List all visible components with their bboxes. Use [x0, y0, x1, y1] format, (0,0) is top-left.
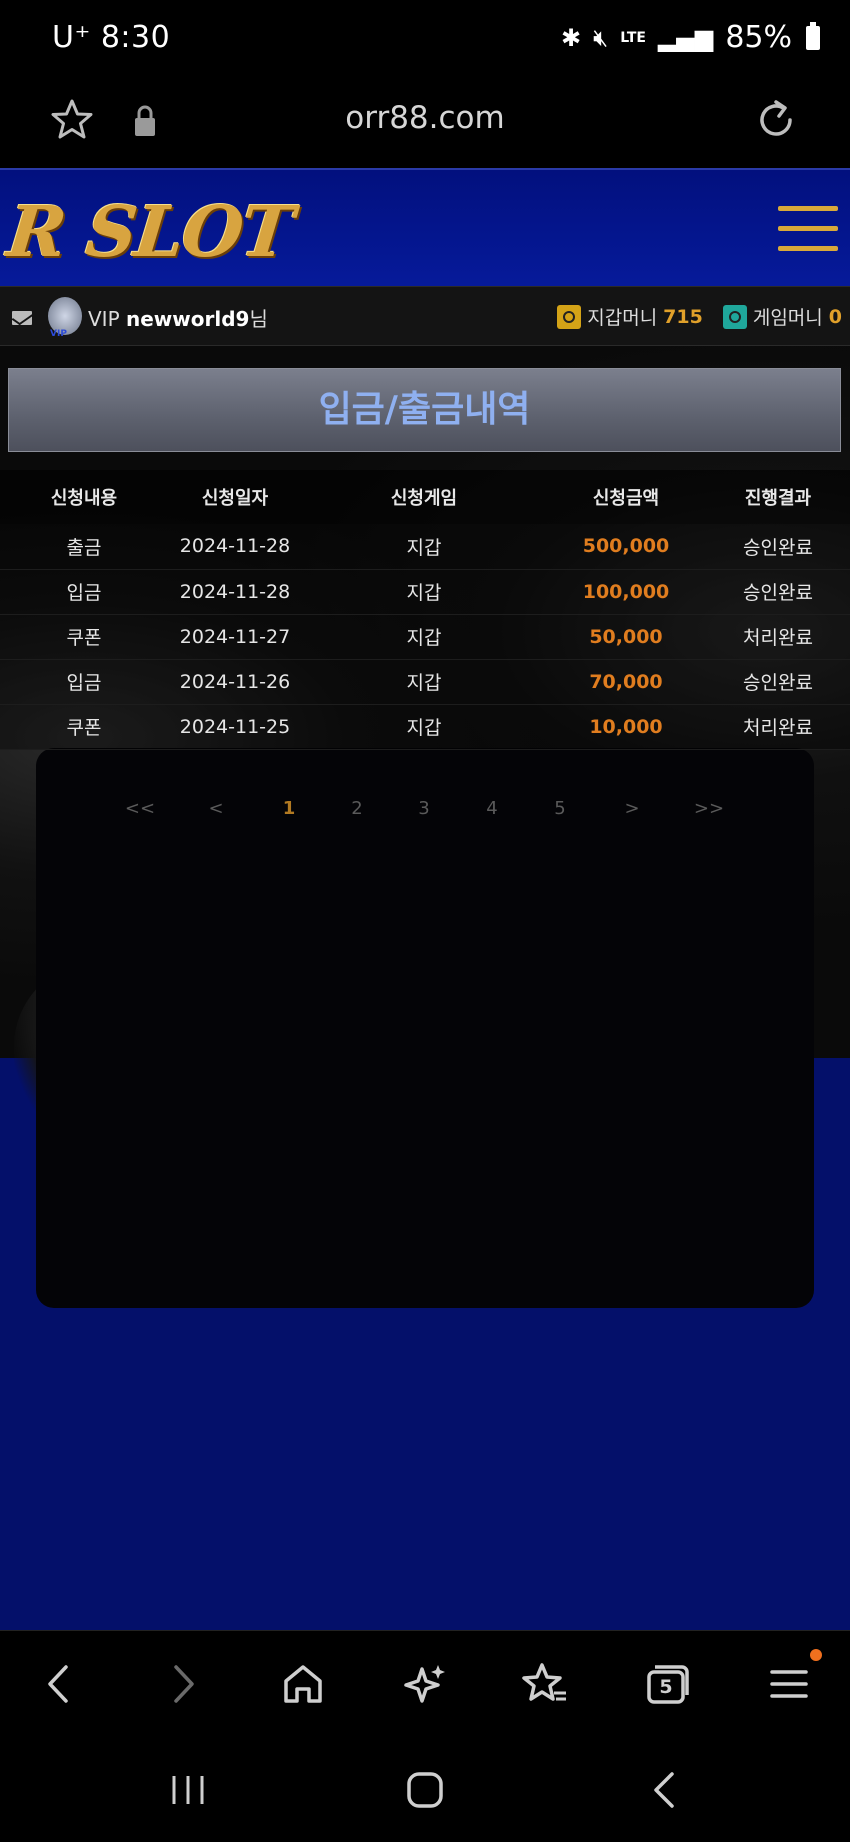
- tab-count: 5: [659, 1676, 673, 1698]
- recent-apps-icon[interactable]: [166, 1768, 210, 1812]
- cell-amount: 70,000: [546, 659, 706, 705]
- cell-amount: 10,000: [546, 704, 706, 750]
- cell-date: 2024-11-27: [168, 614, 302, 660]
- cell-game: 지갑: [302, 569, 546, 615]
- mail-icon[interactable]: [12, 311, 32, 325]
- cell-type: 입금: [0, 569, 168, 615]
- table-row: 쿠폰 2024-11-25 지갑 10,000 처리완료: [0, 704, 850, 750]
- cell-result: 승인완료: [706, 569, 850, 615]
- col-header-result: 진행결과: [706, 470, 850, 524]
- user-info-bar: VIP newworld9님 지갑머니 715 게임머니 0: [0, 286, 850, 346]
- system-nav-bar: [0, 1738, 850, 1842]
- pagination: << < 1 2 3 4 5 > >>: [0, 798, 850, 838]
- cell-game: 지갑: [302, 524, 546, 570]
- status-icons: ✱ 🔇︎ LTE ▂▄▆ 85%: [561, 20, 820, 55]
- table-header-row: 신청내용 신청일자 신청게임 신청금액 진행결과: [0, 470, 850, 524]
- site-header: R SLOT: [0, 168, 850, 286]
- tabs-button[interactable]: 5: [642, 1659, 692, 1709]
- page-link-4[interactable]: 4: [486, 798, 497, 819]
- username-suffix: 님: [249, 307, 268, 331]
- cell-type: 출금: [0, 524, 168, 570]
- mute-icon: 🔇︎: [593, 23, 609, 52]
- home-icon[interactable]: [278, 1659, 328, 1709]
- page-title-bar: 입금/출금내역: [8, 368, 841, 452]
- menu-icon[interactable]: [764, 1659, 814, 1709]
- browser-nav-bar: 5: [0, 1630, 850, 1738]
- carrier-time: U⁺ 8:30: [52, 20, 171, 55]
- page-link-5[interactable]: 5: [554, 798, 565, 819]
- notification-dot: [810, 1649, 822, 1661]
- cell-result: 승인완료: [706, 524, 850, 570]
- site-logo[interactable]: R SLOT: [4, 190, 296, 273]
- sparkle-icon[interactable]: [400, 1659, 450, 1709]
- cell-type: 쿠폰: [0, 614, 168, 660]
- page-link-2[interactable]: 2: [351, 798, 362, 819]
- cell-game: 지갑: [302, 704, 546, 750]
- col-header-type: 신청내용: [0, 470, 168, 524]
- page-link-3[interactable]: 3: [418, 798, 429, 819]
- cell-amount: 500,000: [546, 524, 706, 570]
- battery-icon: [806, 21, 820, 50]
- cell-result: 승인완료: [706, 659, 850, 705]
- col-header-date: 신청일자: [168, 470, 302, 524]
- user-level: VIP: [88, 307, 120, 331]
- page-link-1[interactable]: 1: [283, 798, 296, 819]
- wallet-icon: [557, 304, 582, 329]
- col-header-game: 신청게임: [302, 470, 546, 524]
- cell-amount: 50,000: [546, 614, 706, 660]
- bluetooth-icon: ✱: [560, 23, 582, 52]
- bookmarks-icon[interactable]: [520, 1659, 570, 1709]
- page-first-link[interactable]: <<: [125, 798, 155, 819]
- system-back-icon[interactable]: [642, 1768, 686, 1812]
- vip-badge-icon: [48, 297, 82, 339]
- game-money-amount: 0: [828, 305, 842, 328]
- transaction-history-table: 신청내용 신청일자 신청게임 신청금액 진행결과 출금 2024-11-28 지…: [0, 470, 850, 750]
- game-money-icon: [722, 304, 747, 329]
- table-row: 출금 2024-11-28 지갑 500,000 승인완료: [0, 524, 850, 570]
- game-money-label: 게임머니: [752, 307, 823, 329]
- network-type: LTE: [620, 29, 646, 46]
- page-last-link[interactable]: >>: [694, 798, 724, 819]
- page-next-link[interactable]: >: [624, 798, 639, 819]
- cell-date: 2024-11-25: [168, 704, 302, 750]
- web-page: R SLOT VIP newworld9님 지갑머니 715 게임머니 0 입금…: [0, 168, 850, 1630]
- browser-url-bar: orr88.com: [0, 80, 850, 168]
- back-icon[interactable]: [34, 1659, 84, 1709]
- cell-game: 지갑: [302, 659, 546, 705]
- col-header-amount: 신청금액: [546, 470, 706, 524]
- status-bar: U⁺ 8:30 ✱ 🔇︎ LTE ▂▄▆ 85%: [0, 0, 850, 80]
- cell-type: 입금: [0, 659, 168, 705]
- url-text[interactable]: orr88.com: [0, 100, 850, 136]
- cell-result: 처리완료: [706, 704, 850, 750]
- table-row: 입금 2024-11-26 지갑 70,000 승인완료: [0, 659, 850, 705]
- hamburger-menu-button[interactable]: [778, 206, 838, 254]
- user-greeting: VIP newworld9님: [88, 303, 268, 332]
- page-title: 입금/출금내역: [318, 389, 531, 430]
- cell-type: 쿠폰: [0, 704, 168, 750]
- cell-amount: 100,000: [546, 569, 706, 615]
- wallet-label: 지갑머니: [587, 307, 658, 329]
- battery-percent: 85%: [725, 20, 792, 55]
- forward-icon[interactable]: [158, 1659, 208, 1709]
- cell-game: 지갑: [302, 614, 546, 660]
- table-row: 쿠폰 2024-11-27 지갑 50,000 처리완료: [0, 614, 850, 660]
- table-row: 입금 2024-11-28 지갑 100,000 승인완료: [0, 569, 850, 615]
- system-home-icon[interactable]: [403, 1768, 447, 1812]
- balance-group: 지갑머니 715 게임머니 0: [557, 303, 842, 330]
- signal-icon: ▂▄▆: [657, 23, 714, 52]
- cell-date: 2024-11-26: [168, 659, 302, 705]
- wallet-amount: 715: [663, 305, 703, 328]
- username: newworld9: [126, 307, 250, 331]
- cell-date: 2024-11-28: [168, 569, 302, 615]
- cell-date: 2024-11-28: [168, 524, 302, 570]
- cell-result: 처리완료: [706, 614, 850, 660]
- page-prev-link[interactable]: <: [208, 798, 223, 819]
- reload-icon[interactable]: [752, 96, 800, 144]
